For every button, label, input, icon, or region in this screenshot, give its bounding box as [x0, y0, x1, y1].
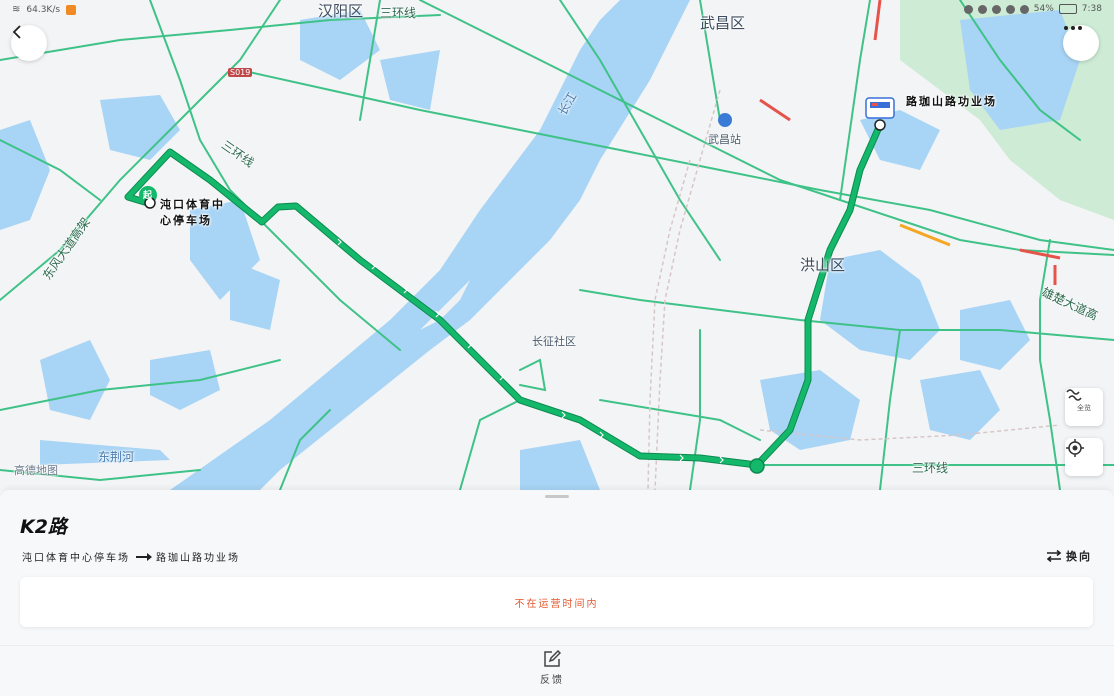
- lake: [380, 50, 440, 110]
- feedback-label: 反馈: [540, 675, 564, 686]
- crosshair-icon: [1066, 439, 1084, 457]
- battery-percent: 54%: [1033, 4, 1054, 14]
- river-label: 东荆河: [98, 450, 135, 464]
- end-stop-label[interactable]: 路珈山路功业场: [906, 93, 997, 109]
- lake: [230, 260, 280, 330]
- district-label: 武昌区: [700, 14, 746, 32]
- community-label: 长征社区: [532, 335, 576, 348]
- road-label: 三环线: [380, 6, 417, 20]
- lake: [40, 340, 110, 420]
- status-bar: ≋ 64.3K/s 54% 7:38: [0, 0, 1114, 20]
- locate-button[interactable]: [1065, 438, 1103, 476]
- chevron-left-icon: [12, 25, 21, 39]
- service-status-text: 不在运营时间内: [514, 598, 599, 610]
- route-origin: 沌口体育中心停车场: [22, 553, 130, 564]
- swap-arrows-icon: [1046, 550, 1062, 562]
- station-label: 武昌站: [708, 133, 741, 146]
- lake: [520, 440, 600, 490]
- eye-icon: [963, 4, 973, 14]
- lake: [0, 120, 50, 230]
- lake: [920, 370, 1000, 440]
- start-badge: 起: [143, 191, 153, 201]
- more-dots-icon: [1064, 26, 1082, 30]
- edit-icon: [544, 650, 561, 667]
- location-icon: [991, 4, 1001, 14]
- drag-handle[interactable]: [545, 495, 569, 498]
- end-stop-marker[interactable]: [874, 119, 886, 131]
- route-overview-icon: [1066, 389, 1082, 401]
- clock: 7:38: [1081, 4, 1102, 14]
- map-canvas[interactable]: [0, 0, 1114, 490]
- route-name: K2路: [20, 516, 67, 538]
- mute-icon: [1005, 4, 1015, 14]
- start-stop-label[interactable]: 心停车场: [160, 212, 212, 228]
- alarm-icon: [1019, 4, 1029, 14]
- route-direction: 沌口体育中心停车场 路珈山路功业场: [22, 549, 240, 564]
- lake: [150, 350, 220, 410]
- divider: [0, 645, 1114, 646]
- net-speed: 64.3K/s: [26, 4, 61, 15]
- start-stop-label[interactable]: 沌口体育中: [160, 196, 225, 212]
- route-node: [749, 458, 765, 474]
- switch-direction-button[interactable]: 换向: [1046, 548, 1092, 564]
- notification-icon: [66, 4, 77, 15]
- station-pin-icon: [718, 113, 732, 127]
- route-info-sheet[interactable]: K2路 沌口体育中心停车场 路珈山路功业场 换向 不在运营时间内 反馈: [0, 490, 1114, 696]
- congestion-segment: [759, 98, 791, 122]
- battery-icon: [1058, 4, 1077, 14]
- district-label: 汉阳区: [318, 2, 364, 20]
- map-view[interactable]: ≋ 64.3K/s 54% 7:38 汉阳区 武昌区 洪山区 三环线 三环线 三…: [0, 0, 1114, 490]
- lake: [960, 300, 1030, 370]
- route-destination: 路珈山路功业场: [156, 553, 240, 564]
- road-label: 三环线: [912, 461, 949, 475]
- arrow-right-icon: [136, 552, 152, 561]
- feedback-button[interactable]: 反馈: [530, 650, 574, 690]
- switch-direction-label: 换向: [1066, 550, 1092, 563]
- bluetooth-icon: [977, 4, 987, 14]
- overview-label: 全览: [1077, 403, 1091, 412]
- bus-icon-light: [872, 103, 878, 106]
- back-button[interactable]: [11, 25, 47, 61]
- map-watermark: 高德地图: [14, 464, 58, 477]
- overview-button[interactable]: 全览: [1065, 388, 1103, 426]
- highway-shield: S019: [228, 68, 253, 77]
- wifi-icon: ≋: [12, 4, 21, 15]
- more-button[interactable]: [1063, 25, 1099, 61]
- service-status-card: 不在运营时间内: [20, 577, 1093, 627]
- district-label: 洪山区: [800, 256, 846, 274]
